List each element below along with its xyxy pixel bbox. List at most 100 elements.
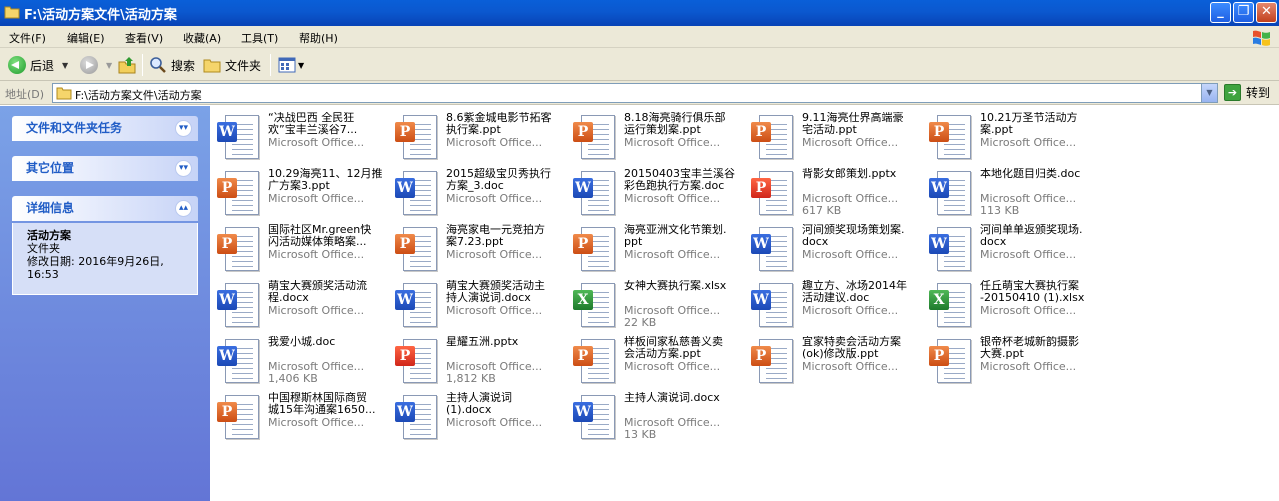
file-item[interactable]: W 萌宝大赛颁奖活动主 持人演说词.docx Microsoft Office... [392, 280, 568, 332]
file-type: Microsoft Office... [624, 192, 721, 205]
file-item[interactable]: W 我爱小城.doc Microsoft Office... 1,406 KB [214, 336, 390, 388]
file-item[interactable]: W 萌宝大赛颁奖活动流 程.docx Microsoft Office... [214, 280, 390, 332]
menu-bar: 文件(F) 编辑(E) 查看(V) 收藏(A) 工具(T) 帮助(H) [0, 26, 1279, 48]
ppt-icon: P [751, 339, 795, 387]
file-type: Microsoft Office... [268, 416, 365, 429]
file-item[interactable]: P 背影女郎策划.pptx Microsoft Office... 617 KB [748, 168, 924, 220]
back-button[interactable]: 后退 ▼ [8, 54, 68, 76]
details-header[interactable]: 详细信息 ▴▴ [12, 196, 198, 221]
file-item[interactable]: P 9.11海亮仕界高端豪 宅活动.ppt Microsoft Office... [748, 112, 924, 164]
ppt-icon: P [573, 227, 617, 275]
close-icon: ✕ [1261, 4, 1272, 19]
folder-icon [4, 6, 20, 19]
file-name: 样板间家私慈善义卖 会活动方案.ppt [624, 336, 723, 360]
file-name: 10.29海亮11、12月推 广方案3.ppt [268, 168, 383, 192]
up-folder-button[interactable] [118, 54, 136, 76]
menu-edit[interactable]: 编辑(E) [67, 30, 105, 46]
file-name: 9.11海亮仕界高端豪 宅活动.ppt [802, 112, 904, 136]
folders-button[interactable]: 文件夹 [203, 54, 261, 76]
file-item[interactable]: P 8.18海亮骑行俱乐部 运行策划案.ppt Microsoft Office..… [570, 112, 746, 164]
file-item[interactable]: P 10.21万圣节活动方 案.ppt Microsoft Office... [926, 112, 1102, 164]
file-name: 星耀五洲.pptx [446, 336, 519, 348]
file-item[interactable]: X 任丘萌宝大赛执行案 -20150410 (1).xlsx Microsoft O… [926, 280, 1102, 332]
file-name: 河间单单返颁奖现场. docx [980, 224, 1083, 248]
menu-favorites[interactable]: 收藏(A) [183, 30, 221, 46]
file-type: Microsoft Office... [268, 136, 365, 149]
file-item[interactable]: W 河间单单返颁奖现场. docx Microsoft Office... [926, 224, 1102, 276]
close-button[interactable]: ✕ [1256, 2, 1277, 23]
file-folder-tasks-header[interactable]: 文件和文件夹任务 ▾▾ [12, 116, 198, 141]
task-pane: 文件和文件夹任务 ▾▾ 其它位置 ▾▾ 详细信息 ▴▴ 活动方案 文件夹 修改日… [0, 106, 210, 501]
menu-tools[interactable]: 工具(T) [241, 30, 278, 46]
back-dropdown-icon[interactable]: ▼ [62, 61, 68, 70]
go-label: 转到 [1246, 86, 1271, 100]
search-button[interactable]: 搜索 [149, 54, 195, 76]
file-name: 我爱小城.doc [268, 336, 336, 348]
expand-chevron-icon[interactable]: ▾▾ [175, 160, 192, 177]
file-type: Microsoft Office... [624, 248, 721, 261]
minimize-button[interactable]: _ [1210, 2, 1231, 23]
forward-dropdown-icon[interactable]: ▼ [106, 61, 112, 70]
details-title: 详细信息 [26, 201, 75, 215]
word-doc-icon: W [217, 115, 261, 163]
file-item[interactable]: P 国际社区Mr.green快 闪活动媒体策略案... Microsoft Offi… [214, 224, 390, 276]
maximize-button[interactable]: ❐ [1233, 2, 1254, 23]
up-folder-icon [118, 57, 136, 74]
file-type: Microsoft Office... [268, 192, 365, 205]
file-item[interactable]: P 样板间家私慈善义卖 会活动方案.ppt Microsoft Office... [570, 336, 746, 388]
file-name: 国际社区Mr.green快 闪活动媒体策略案... [268, 224, 372, 248]
folder-icon [56, 87, 72, 100]
file-item[interactable]: P 海亮家电一元竞拍方 案7.23.ppt Microsoft Office... [392, 224, 568, 276]
file-item[interactable]: P 星耀五洲.pptx Microsoft Office... 1,812 KB [392, 336, 568, 388]
pptx-icon: P [751, 171, 795, 219]
file-folder-tasks-title: 文件和文件夹任务 [26, 121, 123, 135]
file-item[interactable]: W 20150403宝丰兰溪谷 彩色跑执行方案.doc Microsoft Offi… [570, 168, 746, 220]
word-docx-icon: W [751, 227, 795, 275]
word-docx-icon: W [573, 395, 617, 443]
windows-logo-icon [1253, 30, 1270, 46]
menu-file[interactable]: 文件(F) [9, 30, 46, 46]
file-type: Microsoft Office... [624, 136, 721, 149]
file-size: 1,812 KB [446, 372, 496, 385]
forward-button[interactable]: ▼ [80, 54, 112, 76]
other-places-header[interactable]: 其它位置 ▾▾ [12, 156, 198, 181]
go-button[interactable]: ➔ 转到 [1224, 84, 1270, 101]
file-item[interactable]: P 银帝杯老城新韵摄影 大赛.ppt Microsoft Office... [926, 336, 1102, 388]
file-item[interactable]: P 海亮亚洲文化节策划. ppt Microsoft Office... [570, 224, 746, 276]
file-item[interactable]: W 趣立方、冰场2014年 活动建议.doc Microsoft Office... [748, 280, 924, 332]
file-item[interactable]: W 本地化题目归类.doc Microsoft Office... 113 KB [926, 168, 1102, 220]
file-item[interactable]: P 宜家特卖会活动方案 (ok)修改版.ppt Microsoft Office..… [748, 336, 924, 388]
file-type: Microsoft Office... [446, 248, 543, 261]
file-item[interactable]: W “决战巴西 全民狂 欢”宝丰兰溪谷7... Microsoft Office..… [214, 112, 390, 164]
file-name: 8.6紫金城电影节拓客 执行案.ppt [446, 112, 552, 136]
file-item[interactable]: P 10.29海亮11、12月推 广方案3.ppt Microsoft Office… [214, 168, 390, 220]
file-type: Microsoft Office... [802, 248, 899, 261]
views-button[interactable]: ▼ [278, 54, 304, 76]
expand-chevron-icon[interactable]: ▾▾ [175, 120, 192, 137]
file-item[interactable]: W 2015超级宝贝秀执行 方案_3.doc Microsoft Office... [392, 168, 568, 220]
word-doc-icon: W [395, 171, 439, 219]
file-type: Microsoft Office... [268, 248, 365, 261]
ppt-icon: P [217, 171, 261, 219]
menu-view[interactable]: 查看(V) [125, 30, 163, 46]
file-item[interactable]: W 主持人演说词 (1).docx Microsoft Office... [392, 392, 568, 444]
file-type: Microsoft Office... [446, 304, 543, 317]
file-name: 20150403宝丰兰溪谷 彩色跑执行方案.doc [624, 168, 735, 192]
file-item[interactable]: X 女神大赛执行案.xlsx Microsoft Office... 22 KB [570, 280, 746, 332]
address-dropdown-button[interactable]: ▼ [1201, 84, 1217, 102]
file-item[interactable]: W 主持人演说词.docx Microsoft Office... 13 KB [570, 392, 746, 444]
menu-help[interactable]: 帮助(H) [299, 30, 338, 46]
collapse-chevron-icon[interactable]: ▴▴ [175, 200, 192, 217]
file-type: Microsoft Office... [980, 136, 1077, 149]
address-input[interactable]: F:\活动方案文件\活动方案 ▼ [52, 83, 1218, 103]
excel-icon: X [573, 283, 617, 331]
file-name: 8.18海亮骑行俱乐部 运行策划案.ppt [624, 112, 726, 136]
window-title: F:\活动方案文件\活动方案 [24, 8, 177, 23]
ppt-icon: P [217, 395, 261, 443]
file-item[interactable]: P 8.6紫金城电影节拓客 执行案.ppt Microsoft Office... [392, 112, 568, 164]
file-item[interactable]: W 河间颁奖现场策划案. docx Microsoft Office... [748, 224, 924, 276]
file-item[interactable]: P 中国穆斯林国际商贸 城15年沟通案1650... Microsoft Offic… [214, 392, 390, 444]
file-name: 10.21万圣节活动方 案.ppt [980, 112, 1078, 136]
file-type: Microsoft Office... [446, 136, 543, 149]
word-docx-icon: W [395, 395, 439, 443]
